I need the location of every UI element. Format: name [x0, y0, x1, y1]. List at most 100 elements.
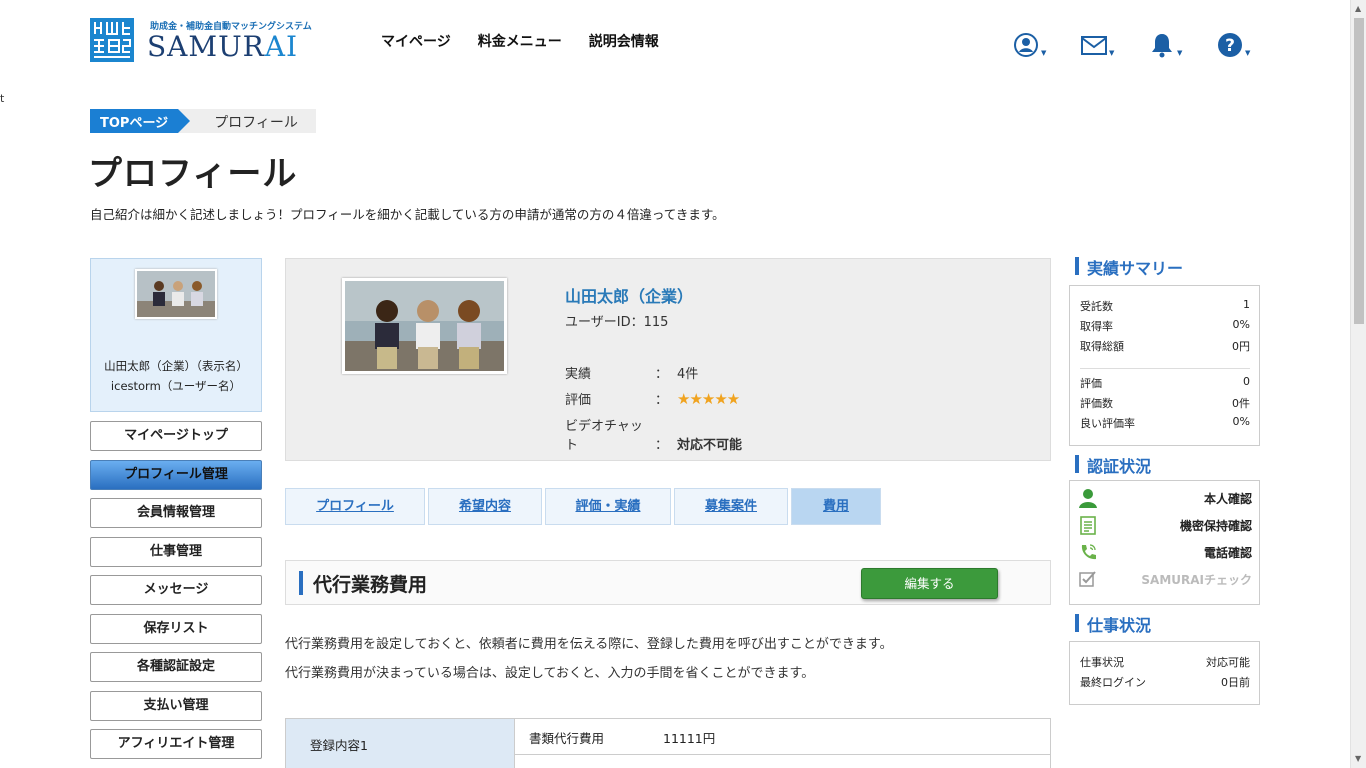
- tab-reviews[interactable]: 評価・実績: [545, 488, 671, 525]
- user-menu[interactable]: ▼: [1013, 30, 1065, 58]
- chevron-down-icon: ▼: [1041, 49, 1047, 57]
- sidebar-item-messages[interactable]: メッセージ: [90, 575, 262, 605]
- header-icons: ▼ ▼ ▼ ? ▼: [1013, 30, 1269, 58]
- row-label: ビデオチャット: [565, 419, 643, 453]
- table-divider: [515, 754, 1051, 755]
- tab-preferences[interactable]: 希望内容: [428, 488, 542, 525]
- summary-row: 受託数 1: [1080, 298, 1250, 314]
- profile-user-id: ユーザーID：115: [565, 315, 669, 330]
- mail-icon: [1081, 36, 1107, 55]
- scroll-down-icon[interactable]: ▼: [1355, 754, 1361, 763]
- sidebar-item-payments[interactable]: 支払い管理: [90, 690, 262, 721]
- breadcrumb-current: プロフィール: [178, 109, 316, 133]
- auth-label: 機密保持確認: [1179, 519, 1252, 533]
- row-label: 実績: [565, 367, 592, 382]
- profile-card: 山田太郎（企業） ユーザーID：115 実績 ： 4件 評価 ： ★★★★★ ビデオチャ…: [285, 258, 1051, 461]
- avatar: [135, 269, 217, 319]
- bell-icon: [1152, 34, 1172, 58]
- registration-head: 登録内容1: [286, 719, 515, 768]
- auth-label: SAMURAIチェック: [1141, 573, 1252, 587]
- section-header: 代行業務費用 編集する: [285, 560, 1051, 605]
- summary-row: 良い評価率 0%: [1080, 415, 1250, 431]
- logo-mark-icon: [90, 18, 134, 62]
- page-scrollbar[interactable]: ▲ ▼: [1350, 0, 1366, 768]
- chevron-down-icon: ▼: [1177, 49, 1183, 57]
- profile-name: 山田太郎（企業）: [565, 287, 694, 306]
- breadcrumb-top-link[interactable]: TOPページ: [90, 109, 191, 133]
- auth-item-samurai-check: SAMURAIチェック: [1078, 569, 1252, 591]
- summary-value: 0%: [1232, 415, 1250, 428]
- phone-icon: [1081, 544, 1096, 560]
- sidebar-item-saved-list[interactable]: 保存リスト: [90, 613, 262, 644]
- sidebar-item-profile[interactable]: プロフィール管理: [90, 459, 262, 490]
- summary-box: 受託数 1 取得率 0% 取得総額 0円 評価 0 評価数 0件 良い評価率 0%: [1069, 285, 1260, 446]
- sidebar-item-mypage-top[interactable]: マイページトップ: [90, 421, 262, 451]
- row-value: 4件: [677, 367, 699, 382]
- registration-head-label: 登録内容1: [310, 738, 368, 753]
- scrollbar-thumb[interactable]: [1354, 18, 1364, 324]
- display-name: 山田太郎（企業）（表示名）: [104, 359, 248, 373]
- tab-profile[interactable]: プロフィール: [285, 488, 425, 525]
- breadcrumb: TOPページ プロフィール: [90, 109, 316, 133]
- sidebar-item-jobs[interactable]: 仕事管理: [90, 536, 262, 567]
- summary-title: 実績サマリー: [1087, 259, 1184, 278]
- summary-value: 0件: [1232, 397, 1250, 410]
- tab-fees[interactable]: 費用: [791, 488, 881, 525]
- samurai-logo[interactable]: 助成金・補助金自動マッチングシステム SAMURAI: [90, 18, 312, 64]
- page-title: プロフィール: [88, 154, 298, 194]
- logo-wordmark: SAMURAI: [147, 30, 298, 63]
- registration-key: 書類代行費用: [529, 731, 605, 746]
- summary-label: 良い評価率: [1080, 417, 1135, 430]
- notification-menu[interactable]: ▼: [1149, 30, 1201, 58]
- summary-value: 0%: [1232, 318, 1250, 331]
- work-row: 最終ログイン 0日前: [1080, 674, 1250, 690]
- work-value: 対応可能: [1206, 656, 1250, 669]
- summary-label: 受託数: [1080, 300, 1113, 313]
- row-colon: ：: [655, 438, 669, 453]
- user-name: icestorm（ユーザー名）: [110, 379, 242, 393]
- section-description-1: 代行業務費用を設定しておくと、依頼者に費用を伝える際に、登録した費用を呼び出すこ…: [285, 637, 893, 652]
- summary-label: 評価: [1080, 377, 1102, 390]
- stray-text: t: [0, 92, 5, 105]
- profile-photo-icon: [345, 281, 504, 371]
- work-label: 仕事状況: [1080, 656, 1124, 669]
- work-label: 最終ログイン: [1080, 676, 1146, 689]
- sidebar-item-member-info[interactable]: 会員情報管理: [90, 498, 262, 528]
- logo-word-part: SAMUR: [147, 30, 265, 63]
- heading-accent-bar: [1075, 257, 1079, 275]
- svg-text:?: ?: [1225, 36, 1235, 56]
- sidebar-item-verification[interactable]: 各種認証設定: [90, 652, 262, 682]
- work-title: 仕事状況: [1087, 616, 1152, 635]
- nav-pricing[interactable]: 料金メニュー: [478, 31, 562, 51]
- profile-tabs: プロフィール 希望内容 評価・実績 募集案件 費用: [285, 488, 881, 525]
- auth-item-identity: 本人確認: [1078, 488, 1252, 510]
- work-value: 0日前: [1221, 676, 1250, 689]
- auth-title: 認証状況: [1087, 457, 1152, 476]
- tab-recruitment[interactable]: 募集案件: [674, 488, 788, 525]
- site-header: 助成金・補助金自動マッチングシステム SAMURAI マイページ 料金メニュー …: [0, 0, 1350, 88]
- auth-item-phone: 電話確認: [1078, 542, 1252, 564]
- star-rating-icon: ★★★★★: [677, 390, 740, 408]
- nav-seminar[interactable]: 説明会情報: [589, 31, 659, 51]
- scroll-up-icon[interactable]: ▲: [1355, 4, 1361, 13]
- chevron-down-icon: ▼: [1109, 49, 1115, 57]
- mail-menu[interactable]: ▼: [1081, 30, 1133, 58]
- profile-row-rating: 評価 ： ★★★★★: [565, 389, 740, 408]
- summary-value: 1: [1243, 298, 1250, 311]
- row-label: 評価: [565, 393, 592, 408]
- summary-row: 評価数 0件: [1080, 395, 1250, 411]
- work-box: 仕事状況 対応可能 最終ログイン 0日前: [1069, 641, 1260, 705]
- summary-value: 0円: [1232, 340, 1250, 353]
- help-menu[interactable]: ? ▼: [1217, 30, 1269, 58]
- sidebar-item-affiliate[interactable]: アフィリエイト管理: [90, 729, 262, 759]
- edit-button[interactable]: 編集する: [861, 568, 998, 599]
- sidebar-menu: マイページトップ プロフィール管理 会員情報管理 仕事管理 メッセージ 保存リス…: [90, 421, 262, 768]
- summary-label: 評価数: [1080, 397, 1113, 410]
- heading-accent-bar: [1075, 614, 1079, 632]
- summary-label: 取得総額: [1080, 340, 1124, 353]
- summary-row: 取得率 0%: [1080, 318, 1250, 334]
- row-value: 対応不可能: [677, 438, 743, 453]
- section-title: 代行業務費用: [313, 574, 428, 596]
- logo-word-accent: AI: [264, 30, 299, 63]
- nav-mypage[interactable]: マイページ: [381, 31, 451, 51]
